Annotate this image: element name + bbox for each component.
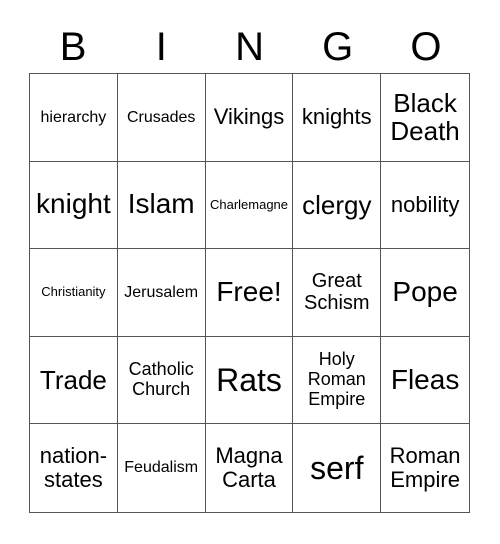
bingo-cell[interactable]: Christianity <box>30 249 118 337</box>
bingo-cell[interactable]: knight <box>30 161 118 250</box>
bingo-cell[interactable]: Roman Empire <box>381 424 469 512</box>
bingo-header: B I N G O <box>29 22 470 72</box>
bingo-cell[interactable]: serf <box>293 424 382 512</box>
header-letter-b: B <box>59 25 87 69</box>
header-letter-g: G <box>322 25 354 69</box>
bingo-cell[interactable]: Trade <box>30 336 118 425</box>
bingo-cell[interactable]: nobility <box>381 162 469 250</box>
bingo-cell[interactable]: Jerusalem <box>117 249 206 337</box>
bingo-cell[interactable]: Pope <box>381 249 469 337</box>
bingo-cell[interactable]: hierarchy <box>30 74 118 162</box>
bingo-cell[interactable]: Vikings <box>205 74 294 162</box>
bingo-cell[interactable]: Catholic Church <box>117 336 206 425</box>
header-letter-n: N <box>235 25 264 69</box>
bingo-cell[interactable]: Magna Carta <box>206 424 294 512</box>
bingo-cell[interactable]: Fleas <box>381 337 469 425</box>
bingo-cell[interactable]: clergy <box>293 161 382 250</box>
bingo-cell[interactable]: Charlemagne <box>205 161 294 250</box>
header-letter-i: I <box>155 25 167 69</box>
bingo-cell[interactable]: nation-states <box>30 424 118 512</box>
free-space-cell[interactable]: Free! <box>205 249 294 337</box>
bingo-cell[interactable]: Feudalism <box>118 424 206 512</box>
bingo-card: hierarchy Crusades Vikings knights Black… <box>29 73 470 513</box>
bingo-cell[interactable]: Great Schism <box>293 249 382 337</box>
bingo-cell[interactable]: knights <box>293 74 382 162</box>
bingo-cell[interactable]: Holy Roman Empire <box>293 336 382 425</box>
bingo-cell[interactable]: Black Death <box>381 74 469 162</box>
bingo-cell[interactable]: Rats <box>205 336 294 425</box>
header-letter-o: O <box>410 25 442 69</box>
bingo-cell[interactable]: Islam <box>117 161 206 250</box>
bingo-cell[interactable]: Crusades <box>117 74 206 162</box>
